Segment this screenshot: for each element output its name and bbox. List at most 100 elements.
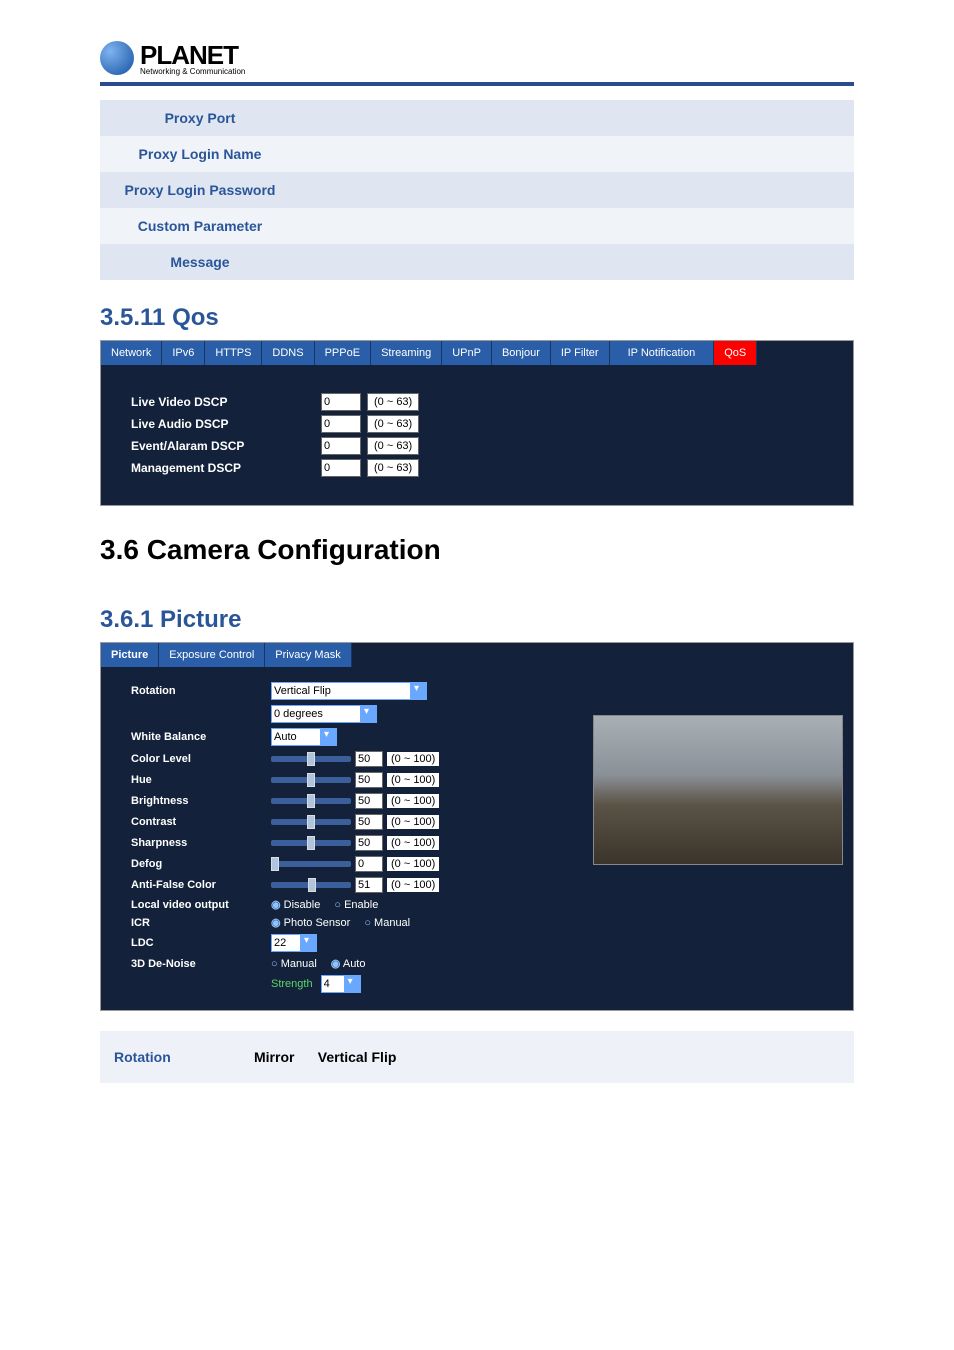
qos-label: Management DSCP — [131, 461, 321, 475]
ldc-select[interactable] — [271, 934, 301, 952]
denoise-option-auto[interactable]: ◉ Auto — [331, 957, 366, 970]
tab-upnp[interactable]: UPnP — [442, 341, 492, 365]
qos-row: Event/Alaram DSCP(0 ~ 63) — [131, 437, 823, 455]
range-label: (0 ~ 100) — [387, 878, 439, 892]
sharpness-slider[interactable] — [271, 840, 351, 846]
slider-thumb[interactable] — [308, 878, 316, 892]
param-label: Proxy Login Name — [100, 136, 300, 172]
contrast-value[interactable] — [355, 814, 383, 830]
defog-value[interactable] — [355, 856, 383, 872]
range-label: (0 ~ 100) — [387, 773, 439, 787]
rotation-degrees-select[interactable] — [271, 705, 361, 723]
tab-network[interactable]: Network — [101, 341, 162, 365]
row-hue: Hue(0 ~ 100) — [131, 772, 575, 788]
row-white-balance: White Balance — [131, 728, 575, 746]
slider-thumb[interactable] — [271, 857, 279, 871]
row-strength: Strength — [131, 975, 575, 993]
heading-camera-config: 3.6 Camera Configuration — [100, 534, 854, 566]
row-3d-denoise: 3D De-Noise○ Manual ◉ Auto — [131, 957, 575, 970]
tab-bonjour[interactable]: Bonjour — [492, 341, 551, 365]
row-color-level: Color Level (0 ~ 100) — [131, 751, 575, 767]
tab-privacy-mask[interactable]: Privacy Mask — [265, 643, 351, 667]
tab-ddns[interactable]: DDNS — [262, 341, 314, 365]
range-label: (0 ~ 100) — [387, 836, 439, 850]
param-label: Custom Parameter — [100, 208, 300, 244]
slider-thumb[interactable] — [307, 773, 315, 787]
picture-label: Color Level — [131, 753, 271, 765]
dropdown-arrow-icon[interactable] — [345, 975, 361, 993]
tab-ip-notification[interactable]: IP Notification — [610, 341, 715, 365]
picture-label: Local video output — [131, 899, 271, 911]
qos-input[interactable] — [321, 459, 361, 477]
range-label: (0 ~ 100) — [387, 752, 439, 766]
brightness-slider[interactable] — [271, 798, 351, 804]
param-label: Proxy Port — [100, 100, 300, 136]
qos-label: Event/Alaram DSCP — [131, 439, 321, 453]
color-level-slider[interactable] — [271, 756, 351, 762]
rotation-select[interactable] — [271, 682, 411, 700]
denoise-option-manual[interactable]: ○ Manual — [271, 958, 317, 970]
icr-option-photo-sensor[interactable]: ◉ Photo Sensor — [271, 916, 350, 929]
hue-value[interactable] — [355, 772, 383, 788]
tab-qos[interactable]: QoS — [714, 341, 757, 365]
color-level-value[interactable] — [355, 751, 383, 767]
tab-ipv6[interactable]: IPv6 — [162, 341, 205, 365]
contrast-slider[interactable] — [271, 819, 351, 825]
tab-https[interactable]: HTTPS — [205, 341, 262, 365]
qos-range: (0 ~ 63) — [367, 415, 419, 433]
slider-thumb[interactable] — [307, 752, 315, 766]
picture-label: LDC — [131, 937, 271, 949]
header-divider — [100, 82, 854, 86]
dropdown-arrow-icon[interactable] — [411, 682, 427, 700]
dropdown-arrow-icon[interactable] — [321, 728, 337, 746]
rotation-desc-mirror: Mirror — [254, 1049, 294, 1065]
anti-false-color-slider[interactable] — [271, 882, 351, 888]
param-value — [300, 100, 854, 136]
qos-input[interactable] — [321, 393, 361, 411]
picture-label: 3D De-Noise — [131, 958, 271, 970]
tab-picture[interactable]: Picture — [101, 643, 159, 667]
hue-slider[interactable] — [271, 777, 351, 783]
tab-pppoe[interactable]: PPPoE — [315, 341, 371, 365]
param-value — [300, 208, 854, 244]
dropdown-arrow-icon[interactable] — [361, 705, 377, 723]
qos-input[interactable] — [321, 437, 361, 455]
qos-row: Live Video DSCP(0 ~ 63) — [131, 393, 823, 411]
strength-select[interactable] — [321, 975, 345, 993]
dropdown-arrow-icon[interactable] — [301, 934, 317, 952]
defog-slider[interactable] — [271, 861, 351, 867]
row-brightness: Brightness(0 ~ 100) — [131, 793, 575, 809]
qos-row: Management DSCP(0 ~ 63) — [131, 459, 823, 477]
tab-ip-filter[interactable]: IP Filter — [551, 341, 610, 365]
range-label: (0 ~ 100) — [387, 815, 439, 829]
row-rotation: Rotation — [131, 682, 575, 700]
param-value — [300, 244, 854, 280]
sharpness-value[interactable] — [355, 835, 383, 851]
picture-label: Defog — [131, 858, 271, 870]
slider-thumb[interactable] — [307, 836, 315, 850]
proxy-params-table: Proxy PortProxy Login NameProxy Login Pa… — [100, 100, 854, 280]
local-video-output-option-disable[interactable]: ◉ Disable — [271, 898, 320, 911]
qos-screenshot: NetworkIPv6HTTPSDDNSPPPoEStreamingUPnPBo… — [100, 340, 854, 506]
picture-label: White Balance — [131, 731, 271, 743]
row-icr: ICR◉ Photo Sensor○ Manual — [131, 916, 575, 929]
param-value — [300, 172, 854, 208]
anti-false-color-value[interactable] — [355, 877, 383, 893]
slider-thumb[interactable] — [307, 794, 315, 808]
brightness-value[interactable] — [355, 793, 383, 809]
qos-input[interactable] — [321, 415, 361, 433]
rotation-desc-table: Rotation Mirror Vertical Flip — [100, 1031, 854, 1083]
range-label: (0 ~ 100) — [387, 857, 439, 871]
tab-streaming[interactable]: Streaming — [371, 341, 442, 365]
picture-tabstrip: PictureExposure ControlPrivacy Mask — [101, 643, 853, 667]
picture-label: Rotation — [131, 685, 271, 697]
local-video-output-option-enable[interactable]: ○ Enable — [334, 899, 378, 911]
rotation-desc-label: Rotation — [100, 1031, 240, 1083]
icr-option-manual[interactable]: ○ Manual — [364, 917, 410, 929]
planet-globe-icon — [100, 41, 134, 75]
tab-exposure-control[interactable]: Exposure Control — [159, 643, 265, 667]
rotation-desc-vflip: Vertical Flip — [318, 1049, 397, 1065]
white-balance-select[interactable] — [271, 728, 321, 746]
row-anti-false-color: Anti-False Color(0 ~ 100) — [131, 877, 575, 893]
slider-thumb[interactable] — [307, 815, 315, 829]
